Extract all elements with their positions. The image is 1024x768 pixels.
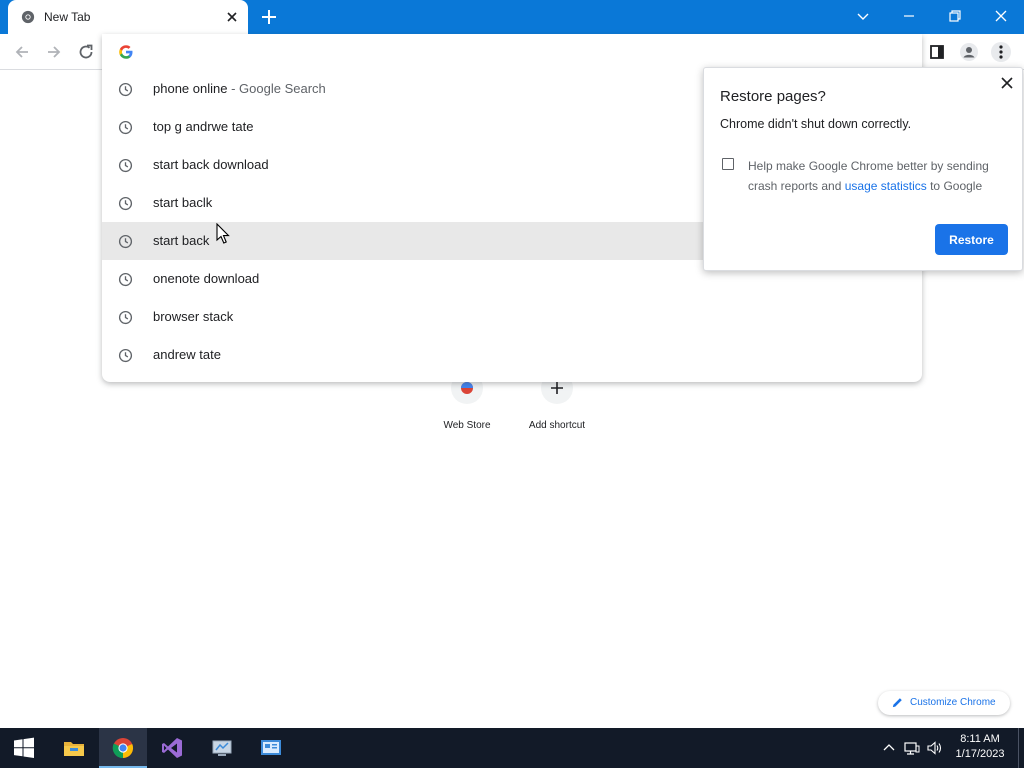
- suggestion-text: start baclk: [153, 195, 213, 210]
- usage-statistics-link[interactable]: usage statistics: [845, 179, 927, 193]
- suggestion-text: start back: [153, 233, 210, 248]
- show-hidden-icons-chevron-icon[interactable]: [880, 739, 898, 757]
- mouse-cursor-icon: [216, 223, 230, 244]
- pencil-icon: [892, 698, 902, 708]
- history-clock-icon: [118, 120, 133, 135]
- side-panel-icon[interactable]: [927, 42, 947, 62]
- minimize-icon[interactable]: [899, 6, 919, 26]
- restore-button[interactable]: Restore: [935, 224, 1008, 255]
- menu-kebab-icon[interactable]: [991, 42, 1011, 62]
- close-window-icon[interactable]: [991, 6, 1011, 26]
- suggestion-text: browser stack: [153, 309, 234, 324]
- shortcut-label: Web Store: [443, 420, 491, 431]
- suggestion-item[interactable]: browser stack: [102, 298, 922, 336]
- taskbar: 8:11 AM 1/17/2023: [0, 728, 1024, 768]
- desktop-app-icon: [212, 740, 232, 756]
- suggestion-description: Google Search: [239, 81, 326, 96]
- start-button[interactable]: [0, 728, 48, 768]
- clock-time: 8:11 AM: [960, 733, 1000, 745]
- taskbar-chrome[interactable]: [99, 728, 147, 768]
- back-arrow-icon[interactable]: [13, 43, 31, 61]
- shortcut-label: Add shortcut: [528, 420, 586, 431]
- suggestion-text: start back download: [153, 157, 269, 172]
- history-clock-icon: [118, 310, 133, 325]
- tab-search-chevron-icon[interactable]: [853, 6, 873, 26]
- history-clock-icon: [118, 82, 133, 97]
- taskbar-control-panel[interactable]: [247, 728, 295, 768]
- crash-reports-label: Help make Google Chrome better by sendin…: [748, 156, 1008, 196]
- profile-avatar-icon[interactable]: [959, 42, 979, 62]
- history-clock-icon: [118, 158, 133, 173]
- volume-icon[interactable]: [926, 739, 944, 757]
- shortcut-add[interactable]: Add shortcut: [512, 372, 602, 442]
- customize-label: Customize Chrome: [910, 697, 996, 708]
- taskbar-clock[interactable]: 8:11 AM 1/17/2023: [948, 732, 1012, 762]
- clock-date: 1/17/2023: [955, 748, 1005, 760]
- show-desktop-button[interactable]: [1018, 728, 1024, 768]
- tab-new-tab[interactable]: New Tab: [8, 0, 248, 34]
- tab-close-icon[interactable]: [224, 9, 240, 25]
- suggestion-text: top g andrwe tate: [153, 119, 254, 134]
- omnibox-input[interactable]: [146, 42, 906, 62]
- start-icon: [14, 737, 34, 758]
- suggestion-separator: -: [227, 81, 240, 96]
- taskbar-file-explorer[interactable]: [50, 728, 98, 768]
- reload-icon[interactable]: [77, 43, 95, 61]
- google-g-icon: [119, 45, 133, 59]
- restore-pages-dialog: Restore pages? Chrome didn't shut down c…: [703, 67, 1023, 271]
- title-bar: New Tab: [0, 0, 1024, 34]
- tab-title: New Tab: [44, 10, 91, 24]
- suggestion-text: andrew tate: [153, 347, 221, 362]
- dialog-title: Restore pages?: [720, 88, 826, 105]
- customize-chrome-button[interactable]: Customize Chrome: [878, 691, 1010, 715]
- chrome-favicon-icon: [21, 10, 35, 24]
- taskbar-visual-studio[interactable]: [148, 728, 196, 768]
- history-clock-icon: [118, 348, 133, 363]
- history-clock-icon: [118, 234, 133, 249]
- new-tab-plus-icon[interactable]: [260, 8, 278, 26]
- suggestion-item[interactable]: andrew tate: [102, 336, 922, 374]
- suggestion-text: phone online: [153, 81, 228, 96]
- chrome-icon: [112, 738, 134, 759]
- restore-window-icon[interactable]: [945, 6, 965, 26]
- checkbox-text-end: to Google: [926, 179, 983, 193]
- shortcut-web-store[interactable]: Web Store: [422, 372, 512, 442]
- history-clock-icon: [118, 196, 133, 211]
- visual-studio-icon: [162, 738, 182, 758]
- suggestion-text: onenote download: [153, 271, 260, 286]
- dialog-message: Chrome didn't shut down correctly.: [720, 117, 912, 131]
- crash-reports-checkbox[interactable]: [722, 158, 734, 170]
- forward-arrow-icon[interactable]: [45, 43, 63, 61]
- history-clock-icon: [118, 272, 133, 287]
- network-icon[interactable]: [903, 739, 921, 757]
- dialog-close-icon[interactable]: [1000, 76, 1014, 90]
- taskbar-desktop-app[interactable]: [198, 728, 246, 768]
- file-explorer-icon: [64, 742, 84, 756]
- control-panel-icon: [261, 740, 281, 755]
